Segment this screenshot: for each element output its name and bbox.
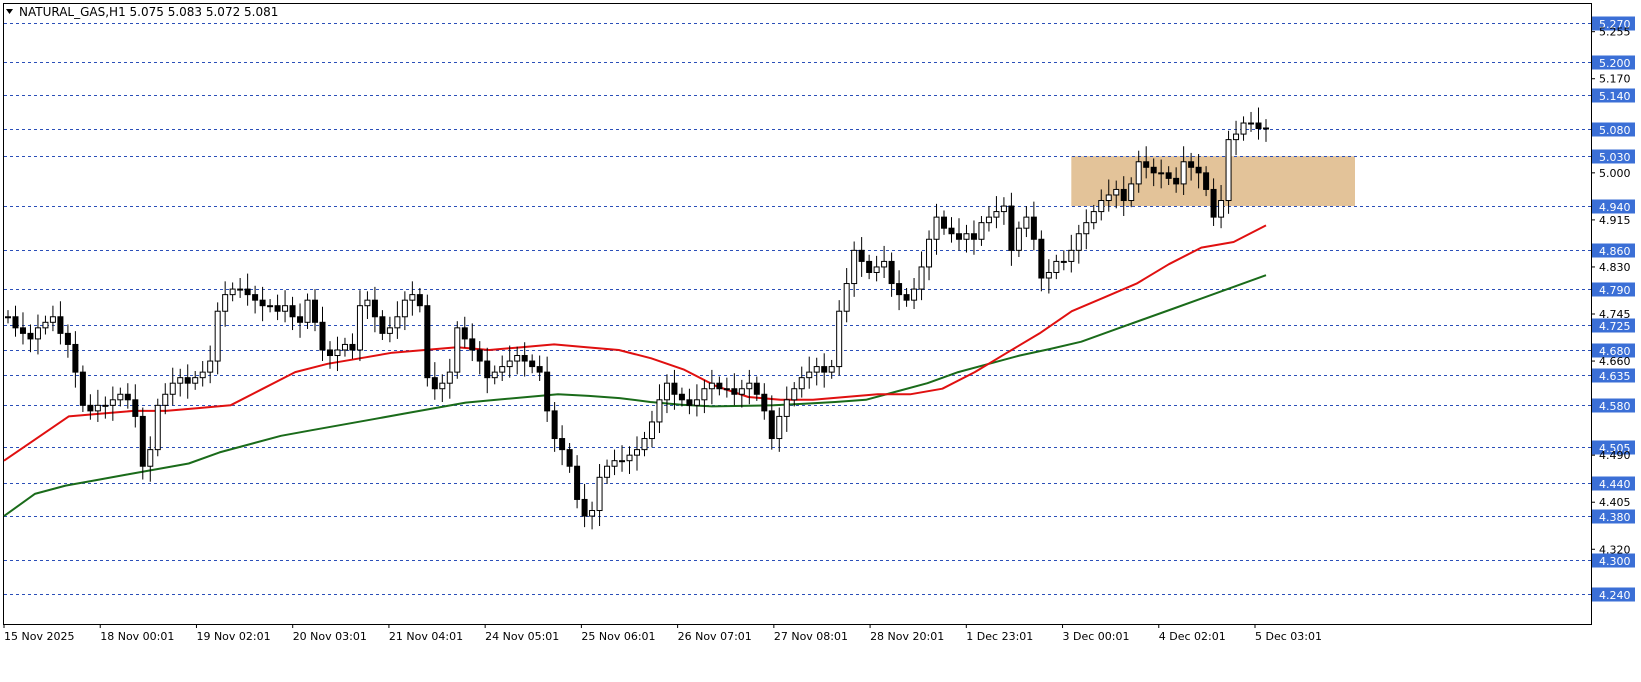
y-tick-label: 5.170 bbox=[1599, 73, 1631, 86]
x-tick-label: 27 Nov 08:01 bbox=[774, 630, 848, 643]
price-level-label: 4.300 bbox=[1599, 555, 1631, 568]
price-level-label: 4.240 bbox=[1599, 589, 1631, 602]
x-tick-label: 3 Dec 00:01 bbox=[1063, 630, 1130, 643]
price-level-label: 4.860 bbox=[1599, 245, 1631, 258]
x-tick-label: 5 Dec 03:01 bbox=[1255, 630, 1322, 643]
y-tick-label: 5.255 bbox=[1599, 26, 1631, 39]
y-tick-label: 4.405 bbox=[1599, 496, 1631, 509]
x-tick-label: 19 Nov 02:01 bbox=[196, 630, 270, 643]
x-tick-label: 18 Nov 00:01 bbox=[100, 630, 174, 643]
y-tick-label: 4.490 bbox=[1599, 449, 1631, 462]
x-tick-label: 28 Nov 20:01 bbox=[870, 630, 944, 643]
chart-header: NATURAL_GAS,H1 5.075 5.083 5.072 5.081 bbox=[6, 5, 278, 19]
price-chart[interactable]: 5.2705.2005.1405.0805.0304.9404.8604.790… bbox=[0, 0, 1641, 678]
price-level-label: 5.140 bbox=[1599, 90, 1631, 103]
y-tick-label: 4.745 bbox=[1599, 308, 1631, 321]
price-level-label: 5.200 bbox=[1599, 57, 1631, 70]
price-level-label: 4.635 bbox=[1599, 370, 1631, 383]
y-tick-label: 4.915 bbox=[1599, 214, 1631, 227]
y-tick-label: 4.320 bbox=[1599, 543, 1631, 556]
candlestick[interactable] bbox=[454, 321, 461, 379]
candlestick[interactable] bbox=[424, 294, 431, 387]
price-level-label: 4.725 bbox=[1599, 320, 1631, 333]
x-tick-label: 1 Dec 23:01 bbox=[966, 630, 1033, 643]
price-level-label: 4.790 bbox=[1599, 284, 1631, 297]
candlestick[interactable] bbox=[79, 365, 86, 412]
x-tick-label: 4 Dec 02:01 bbox=[1159, 630, 1226, 643]
x-tick-label: 26 Nov 07:01 bbox=[678, 630, 752, 643]
price-level-label: 4.380 bbox=[1599, 511, 1631, 524]
y-tick-label: 5.000 bbox=[1599, 167, 1631, 180]
price-level-label: 4.940 bbox=[1599, 201, 1631, 214]
price-level-label: 4.440 bbox=[1599, 478, 1631, 491]
chart-window[interactable]: 5.270 5.200 5.140 5.080 5.030 4.940 4.860 4.790… bbox=[0, 0, 1641, 678]
x-tick-label: 25 Nov 06:01 bbox=[581, 630, 655, 643]
price-level-label: 4.580 bbox=[1599, 400, 1631, 413]
y-tick-label: 4.660 bbox=[1599, 355, 1631, 368]
x-tick-label: 21 Nov 04:01 bbox=[389, 630, 463, 643]
symbol-quote-text: NATURAL_GAS,H1 5.075 5.083 5.072 5.081 bbox=[19, 5, 278, 19]
x-tick-label: 24 Nov 05:01 bbox=[485, 630, 559, 643]
x-tick-label: 15 Nov 2025 bbox=[4, 630, 74, 643]
x-tick-label: 20 Nov 03:01 bbox=[293, 630, 367, 643]
price-level-label: 5.030 bbox=[1599, 151, 1631, 164]
candlestick[interactable] bbox=[154, 398, 161, 457]
candlestick[interactable] bbox=[836, 300, 843, 376]
price-level-label: 5.080 bbox=[1599, 124, 1631, 137]
y-tick-label: 4.830 bbox=[1599, 261, 1631, 274]
